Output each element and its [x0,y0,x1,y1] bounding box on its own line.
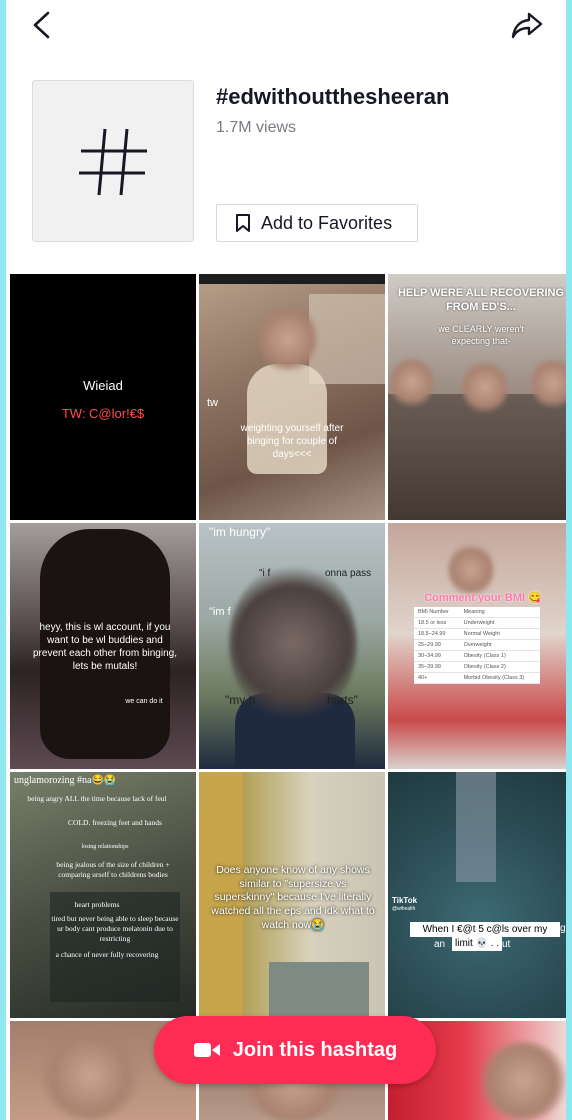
join-label: Join this hashtag [232,1038,398,1061]
top-bar [6,0,566,50]
video-caption-top: "im hungry" [209,525,271,539]
video-caption-line3-end: hurts" [327,693,358,707]
video-thumbnail[interactable]: Wieiad TW: C@lor!€$ [10,274,196,520]
symptom-item: a chance of never fully recovering [55,950,159,959]
video-caption-line3: "my h [225,693,256,707]
bmi-number-cell: BMI Number [414,607,460,618]
video-small-text: we can do it [125,698,163,705]
video-banner: HELP WERE ALL RECOVERING FROM ED'S... [397,287,565,314]
bmi-row: 35–39.99 Obesity (Class 2) [414,661,540,673]
video-caption-end: g [560,923,566,934]
video-caption-line2: an [434,939,446,950]
hashtag-header: #edwithoutthesheeran 1.7M views Add to F… [6,78,566,248]
video-grid: Wieiad TW: C@lor!€$ tw weighting yoursel… [10,274,566,1120]
video-banner: Comment your BMI 😋 [424,592,542,604]
bmi-meaning-cell: Obesity (Class 1) [459,650,540,662]
hashtag-icon [79,128,147,196]
video-caption: weighting yourself after binging for cou… [240,423,344,460]
bmi-number-cell: 35–39.99 [414,661,460,673]
symptom-item: COLD. freezing feet and hands [68,818,162,827]
video-subtitle: TW: C@lor!€$ [61,406,145,421]
favorite-label: Add to Favorites [261,212,393,233]
view-count: 1.7M views [216,119,297,136]
symptom-item: heart problems [74,900,120,909]
bmi-row: 18.5–24.99 Normal Weight [414,628,540,640]
bmi-meaning-cell: Obesity (Class 2) [459,661,540,673]
bmi-meaning-cell: Overweight [459,639,540,651]
tiktok-handle: @wlhealth [392,906,416,912]
video-caption: heyy, this is wl account, if you want to… [33,622,177,672]
add-to-favorites-button[interactable]: Add to Favorites [216,204,418,242]
video-caption-line2-mid: limit 💀 . . [452,936,503,951]
bmi-row: 25–29.99 Overweight [414,639,540,651]
video-thumbnail[interactable]: unglamorozing #na😂😭 being angry ALL the … [10,772,196,1018]
bmi-row: 30–34.99 Obesity (Class 1) [414,650,540,662]
video-caption: When I €@t 5 c@ls over my [410,922,560,937]
bmi-row: BMI Number Meaning [414,607,540,618]
bmi-row: 40+ Morbid Obesity (Class 3) [414,672,540,684]
bmi-meaning-cell: Morbid Obesity (Class 3) [459,672,540,684]
bmi-meaning-cell: Normal Weight [459,628,540,640]
bmi-row: 18.5 or less Underweight [414,617,540,629]
bmi-number-cell: 40+ [414,672,460,684]
symptom-item: tired but never being able to sleep beca… [51,914,179,943]
symptom-item: being angry ALL the time because lack of… [27,794,167,803]
video-caption-line2-end: ut [502,939,511,950]
video-thumbnail[interactable]: Comment your BMI 😋 BMI Number Meaning 18.5… [388,523,566,769]
video-thumbnail[interactable]: Does anyone know of any shows similar to… [199,772,385,1018]
bmi-number-cell: 30–34.99 [414,650,460,662]
hashtag-cover [32,80,194,242]
join-hashtag-button[interactable]: Join this hashtag [154,1016,436,1084]
bmi-table: BMI Number Meaning 18.5 or less Underweight… [414,607,540,684]
share-arrow-icon[interactable] [510,10,544,40]
symptom-item: losing relationships [81,844,129,850]
bmi-number-cell: 25–29.99 [414,639,460,651]
video-thumbnail[interactable]: tw weighting yourself after binging for … [199,274,385,520]
bmi-number-cell: 18.5–24.99 [414,628,460,640]
video-caption: Does anyone know of any shows similar to… [211,864,375,931]
bmi-meaning-cell: Meaning [459,607,540,618]
video-camera-icon [193,1043,220,1057]
tiktok-logo: TikTok [392,896,418,905]
video-title: Wieiad [83,378,123,393]
bookmark-icon [236,214,250,232]
video-tag: tw [207,397,218,409]
video-caption-line2: "im f [209,606,231,618]
page-title: #edwithoutthesheeran [216,84,450,109]
video-caption-line1-end: onna pass [325,568,372,579]
video-caption: we CLEARLY weren't expecting that- [438,324,524,346]
bmi-meaning-cell: Underweight [459,617,540,629]
symptom-item: being jealous of the size of children + … [56,860,170,879]
chevron-left-icon[interactable] [28,8,56,42]
list-heading: unglamorozing #na😂😭 [14,775,117,786]
video-thumbnail[interactable]: heyy, this is wl account, if you want to… [10,523,196,769]
video-thumbnail[interactable]: TikTok @wlhealth When I €@t 5 c@ls over … [388,772,566,1018]
hashtag-page: #edwithoutthesheeran 1.7M views Add to F… [6,0,566,1120]
video-thumbnail[interactable]: HELP WERE ALL RECOVERING FROM ED'S... we… [388,274,566,520]
video-thumbnail[interactable]: "im hungry" "i f onna pass "im f "my h h… [199,523,385,769]
bmi-number-cell: 18.5 or less [414,617,460,629]
